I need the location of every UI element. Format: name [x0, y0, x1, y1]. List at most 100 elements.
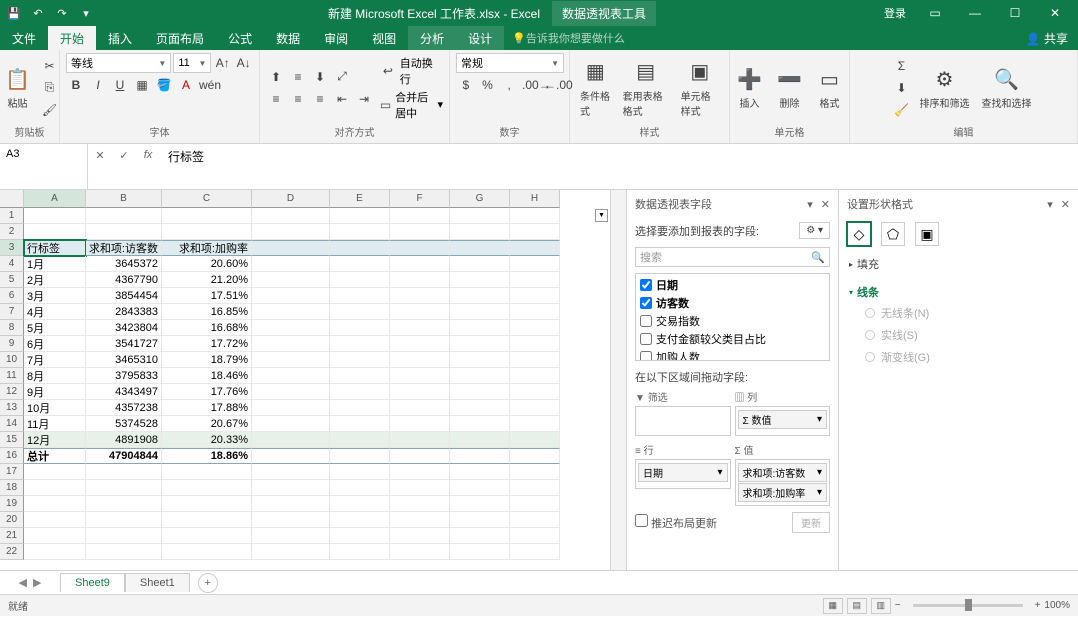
cell[interactable] [24, 544, 86, 560]
cell[interactable]: 2月 [24, 272, 86, 288]
row-header[interactable]: 15 [0, 432, 24, 448]
cell[interactable]: 3541727 [86, 336, 162, 352]
cell[interactable] [450, 400, 510, 416]
cell[interactable] [390, 496, 450, 512]
tab-review[interactable]: 审阅 [312, 26, 360, 50]
cell[interactable] [162, 208, 252, 224]
cell[interactable] [390, 256, 450, 272]
cell[interactable] [390, 528, 450, 544]
font-name-combo[interactable]: 等线▼ [66, 53, 171, 73]
fill-icon[interactable]: ⬇ [892, 78, 912, 98]
cell[interactable] [510, 448, 560, 464]
decrease-font-icon[interactable]: A↓ [234, 53, 253, 73]
font-color-button[interactable]: A [176, 75, 196, 95]
cell[interactable] [510, 528, 560, 544]
fill-color-button[interactable]: 🪣 [154, 75, 174, 95]
cell[interactable] [330, 272, 390, 288]
row-header[interactable]: 11 [0, 368, 24, 384]
cell[interactable] [450, 528, 510, 544]
column-header-c[interactable]: C [162, 190, 252, 208]
column-header-e[interactable]: E [330, 190, 390, 208]
align-top-icon[interactable]: ⬆ [266, 67, 286, 87]
pivot-field-item[interactable]: 日期 [638, 276, 827, 294]
column-header-h[interactable]: H [510, 190, 560, 208]
cell[interactable]: 9月 [24, 384, 86, 400]
select-all-corner[interactable] [0, 190, 24, 208]
cell[interactable]: 20.67% [162, 416, 252, 432]
cell[interactable]: 18.79% [162, 352, 252, 368]
insert-cells-button[interactable]: ➕插入 [732, 63, 768, 112]
cell[interactable] [86, 496, 162, 512]
share-button[interactable]: 👤 共享 [1016, 26, 1078, 50]
cell[interactable] [390, 384, 450, 400]
cell[interactable]: 10月 [24, 400, 86, 416]
cell[interactable] [86, 480, 162, 496]
pivot-field-list[interactable]: 日期访客数交易指数支付金额较父类目占比加购人数搜索人气搜索点击率 [635, 273, 830, 361]
cell[interactable] [252, 496, 330, 512]
row-header[interactable]: 4 [0, 256, 24, 272]
cell[interactable] [252, 320, 330, 336]
cell[interactable] [450, 448, 510, 464]
format-painter-icon[interactable]: 🖌 [40, 100, 60, 120]
cell[interactable] [162, 464, 252, 480]
cell[interactable]: 4367790 [86, 272, 162, 288]
cell[interactable] [252, 432, 330, 448]
tab-data[interactable]: 数据 [264, 26, 312, 50]
column-header-b[interactable]: B [86, 190, 162, 208]
row-header[interactable]: 18 [0, 480, 24, 496]
no-line-option[interactable]: 无线条(N) [849, 302, 1068, 324]
column-header-f[interactable]: F [390, 190, 450, 208]
find-select-button[interactable]: 🔍查找和选择 [978, 63, 1036, 112]
cell[interactable] [162, 544, 252, 560]
cell[interactable] [390, 480, 450, 496]
cell[interactable] [510, 400, 560, 416]
update-button[interactable]: 更新 [792, 512, 830, 533]
pivot-field-item[interactable]: 访客数 [638, 294, 827, 312]
row-header[interactable]: 17 [0, 464, 24, 480]
pane-dropdown-icon[interactable]: ▾ [807, 198, 813, 211]
cell[interactable] [450, 544, 510, 560]
cell[interactable] [24, 464, 86, 480]
cell[interactable]: 求和项:加购率 [162, 240, 252, 256]
cell[interactable] [390, 272, 450, 288]
cell[interactable] [390, 448, 450, 464]
cell[interactable] [330, 400, 390, 416]
underline-button[interactable]: U [110, 75, 130, 95]
cell[interactable] [330, 464, 390, 480]
increase-font-icon[interactable]: A↑ [213, 53, 232, 73]
cell[interactable] [450, 240, 510, 256]
solid-line-option[interactable]: 实线(S) [849, 324, 1068, 346]
cell[interactable]: 16.68% [162, 320, 252, 336]
tab-home[interactable]: 开始 [48, 26, 96, 50]
save-icon[interactable]: 💾 [6, 5, 22, 21]
cell[interactable] [510, 320, 560, 336]
column-header-a[interactable]: A [24, 190, 86, 208]
cell[interactable]: 18.46% [162, 368, 252, 384]
cell[interactable] [162, 528, 252, 544]
cell[interactable] [330, 224, 390, 240]
increase-decimal-icon[interactable]: .00→ [521, 75, 541, 95]
cell[interactable] [330, 544, 390, 560]
cell[interactable]: 5374528 [86, 416, 162, 432]
cell[interactable] [162, 480, 252, 496]
cell[interactable] [510, 544, 560, 560]
cell[interactable] [510, 512, 560, 528]
row-header[interactable]: 12 [0, 384, 24, 400]
cell[interactable]: 总计 [24, 448, 86, 464]
cell[interactable] [450, 352, 510, 368]
tab-insert[interactable]: 插入 [96, 26, 144, 50]
cell[interactable] [86, 464, 162, 480]
cell[interactable] [450, 304, 510, 320]
cell[interactable] [162, 224, 252, 240]
wrap-text-button[interactable]: ↩自动换行 [378, 55, 443, 87]
cell[interactable] [24, 496, 86, 512]
row-header[interactable]: 13 [0, 400, 24, 416]
italic-button[interactable]: I [88, 75, 108, 95]
align-center-icon[interactable]: ≡ [288, 89, 308, 109]
cell[interactable]: 12月 [24, 432, 86, 448]
conditional-format-button[interactable]: ▦条件格式 [576, 56, 615, 120]
cell[interactable] [450, 416, 510, 432]
cell[interactable] [86, 512, 162, 528]
cell[interactable] [330, 320, 390, 336]
fx-icon[interactable]: fx [136, 146, 160, 164]
